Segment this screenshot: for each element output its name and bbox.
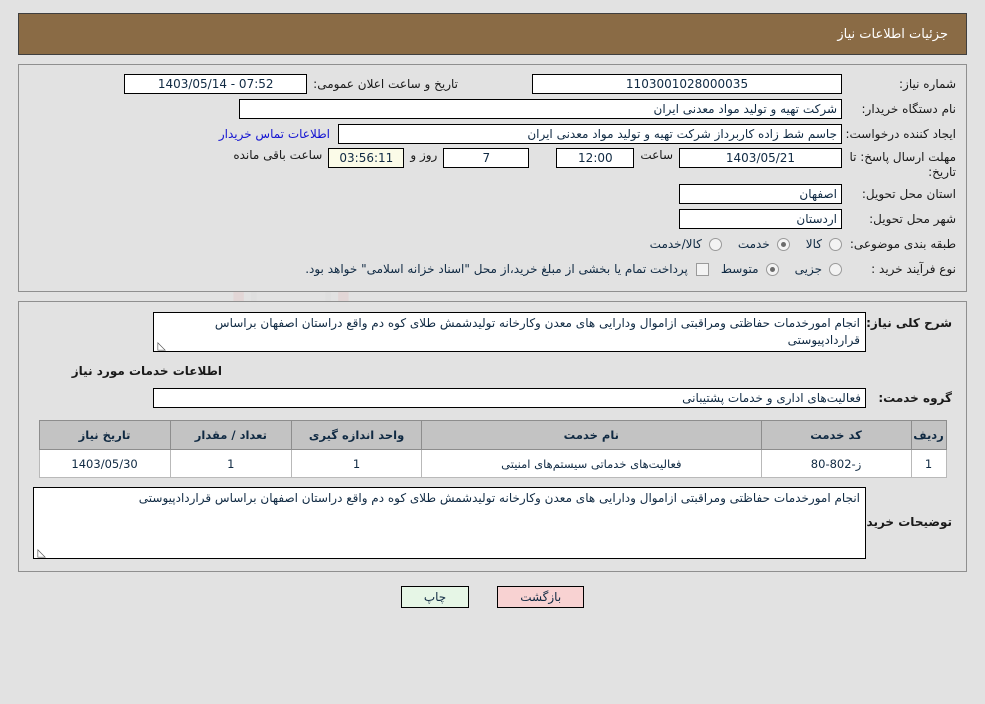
buyer-org-value: شرکت تهیه و تولید مواد معدنی ایران (239, 99, 842, 119)
buyer-notes-textarea[interactable]: انجام امورخدمات حفاظتی ومراقبتی ازاموال … (33, 487, 866, 559)
col-quantity: تعداد / مقدار (169, 420, 293, 450)
services-table: ردیف کد خدمت نام خدمت واحد اندازه گیری ت… (38, 420, 947, 478)
treasury-bond-checkbox[interactable] (695, 262, 709, 276)
announce-value: 1403/05/14 - 07:52 (124, 74, 308, 94)
col-index: ردیف (910, 420, 947, 450)
row-need-number: شماره نیاز: 1103001028000035 تاریخ و ساع… (25, 73, 960, 95)
buyer-notes-label: توضیحات خریدار: (850, 515, 952, 529)
cell-index: 1 (910, 449, 947, 478)
province-value: اصفهان (679, 184, 842, 204)
radio-category-khedmat[interactable] (776, 237, 790, 251)
treasury-bond-note: پرداخت تمام یا بخشی از مبلغ خرید،از محل … (305, 262, 688, 276)
province-label: استان محل تحویل: (861, 187, 956, 201)
category-radio-group: کالا خدمت کالا/خدمت (638, 237, 842, 251)
row-city: شهر محل تحویل: اردستان (25, 208, 960, 230)
time-left-value: 03:56:11 (328, 148, 405, 168)
buyer-notes-text: انجام امورخدمات حفاظتی ومراقبتی ازاموال … (138, 491, 860, 505)
radio-category-kala-label: کالا (805, 237, 822, 251)
table-row: 1 ز-802-80 فعالیت‌های خدماتی سیستم‌های ا… (38, 449, 947, 478)
back-button[interactable]: بازگشت (497, 586, 585, 608)
category-label: طبقه بندی موضوعی: (849, 237, 956, 251)
table-header-row: ردیف کد خدمت نام خدمت واحد اندازه گیری ت… (38, 420, 947, 450)
time-left-label: ساعت باقی مانده (233, 148, 323, 162)
summary-textarea[interactable]: انجام امورخدمات حفاظتی ومراقبتی ازاموال … (153, 312, 866, 352)
row-province: استان محل تحویل: اصفهان (25, 183, 960, 205)
announce-label: تاریخ و ساعت اعلان عمومی: (313, 77, 458, 91)
summary-text: انجام امورخدمات حفاظتی ومراقبتی ازاموال … (214, 316, 860, 347)
buyer-contact-link[interactable]: اطلاعات تماس خریدار (211, 127, 338, 141)
services-panel: شرح کلی نیاز: انجام امورخدمات حفاظتی ومر… (18, 301, 967, 572)
need-info-panel: شماره نیاز: 1103001028000035 تاریخ و ساع… (18, 64, 967, 292)
radio-process-jozee-label: جزیی (794, 262, 822, 276)
row-creator: ایجاد کننده درخواست: جاسم شط زاده کاربرد… (25, 123, 960, 145)
radio-category-kala[interactable] (829, 237, 842, 251)
days-left-label: روز و (410, 148, 438, 162)
action-button-bar: بازگشت چاپ (0, 586, 985, 608)
cell-name: فعالیت‌های خدماتی سیستم‌های امنیتی (421, 449, 762, 478)
deadline-hour-label: ساعت (640, 148, 673, 162)
row-process: نوع فرآیند خرید : جزیی متوسط پرداخت تمام… (25, 258, 960, 280)
row-deadline: مهلت ارسال پاسخ: تا تاریخ: 1403/05/21 سا… (25, 148, 960, 180)
radio-process-jozee[interactable] (829, 262, 842, 276)
cell-quantity: 1 (169, 449, 293, 478)
radio-category-kala-khedmat-label: کالا/خدمت (649, 237, 702, 251)
process-label: نوع فرآیند خرید : (871, 262, 956, 276)
cell-code: ز-802-80 (760, 449, 912, 478)
service-group-value: فعالیت‌های اداری و خدمات پشتیبانی (153, 388, 866, 408)
creator-label: ایجاد کننده درخواست: (845, 127, 956, 141)
buyer-org-label: نام دستگاه خریدار: (861, 102, 957, 116)
deadline-date-value: 1403/05/21 (679, 148, 842, 168)
row-buyer-org: نام دستگاه خریدار: شرکت تهیه و تولید موا… (25, 98, 960, 120)
city-label: شهر محل تحویل: (869, 212, 956, 226)
col-date: تاریخ نیاز (38, 420, 171, 450)
cell-date: 1403/05/30 (38, 449, 171, 478)
col-code: کد خدمت (760, 420, 912, 450)
resize-grip-icon: ◺ (157, 339, 166, 352)
city-value: اردستان (679, 209, 842, 229)
radio-category-kala-khedmat[interactable] (708, 237, 722, 251)
deadline-hour-value: 12:00 (556, 148, 635, 168)
page-title: جزئیات اطلاعات نیاز (837, 26, 948, 42)
cell-unit: 1 (291, 449, 423, 478)
radio-process-motevaset-label: متوسط (720, 262, 759, 276)
page-header: جزئیات اطلاعات نیاز (18, 13, 967, 55)
summary-label: شرح کلی نیاز: (866, 316, 952, 330)
service-group-label: گروه خدمت: (878, 391, 952, 405)
radio-process-motevaset[interactable] (765, 262, 779, 276)
resize-grip-icon-2: ◺ (37, 546, 46, 559)
print-button[interactable]: چاپ (400, 586, 470, 608)
col-unit: واحد اندازه گیری (291, 420, 423, 450)
process-radio-group: جزیی متوسط (709, 262, 842, 276)
creator-value: جاسم شط زاده کاربرداز شرکت تهیه و تولید … (338, 124, 842, 144)
row-category: طبقه بندی موضوعی: کالا خدمت کالا/خدمت (25, 233, 960, 255)
radio-category-khedmat-label: خدمت (737, 237, 770, 251)
deadline-label: مهلت ارسال پاسخ: تا تاریخ: (849, 150, 956, 179)
days-left-value: 7 (443, 148, 530, 168)
services-section-title: اطلاعات خدمات مورد نیاز (71, 364, 222, 378)
need-number-label: شماره نیاز: (899, 77, 956, 91)
col-name: نام خدمت (421, 420, 762, 450)
need-number-value: 1103001028000035 (532, 74, 842, 94)
